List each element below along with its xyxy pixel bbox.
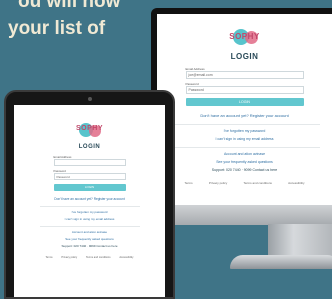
forgot-password-link[interactable]: I've forgotten my password bbox=[14, 210, 165, 214]
headline-line-1: ou will now bbox=[18, 0, 121, 12]
footer-link[interactable]: Terms bbox=[185, 181, 193, 185]
email-field[interactable] bbox=[53, 159, 126, 166]
footer-links: Terms Privacy policy Terms and condition… bbox=[185, 181, 305, 185]
register-link[interactable]: Don't have an account yet? Register your… bbox=[14, 197, 165, 201]
footer-link[interactable]: Privacy policy bbox=[209, 181, 227, 185]
monitor-base bbox=[230, 255, 332, 269]
login-button[interactable]: LOGIN bbox=[185, 98, 304, 106]
tablet-login-page: SOPHY LOGIN Email Address Password Passw… bbox=[14, 105, 165, 259]
footer-link[interactable]: Accessibility bbox=[119, 256, 133, 259]
faq-link[interactable]: See your frequently asked questions bbox=[157, 160, 332, 164]
monitor-chin bbox=[151, 205, 332, 225]
divider bbox=[39, 206, 140, 207]
login-title: LOGIN bbox=[78, 144, 101, 150]
footer-link[interactable]: Terms and conditions bbox=[244, 181, 272, 185]
desktop-logo: SOPHY bbox=[221, 28, 269, 46]
account-help-link[interactable]: Account and ation avinase bbox=[14, 230, 165, 234]
monitor-stand bbox=[268, 224, 332, 256]
camera-icon bbox=[88, 97, 92, 101]
forgot-password-link[interactable]: I've forgotten my password bbox=[157, 129, 332, 133]
footer-link[interactable]: Accessibility bbox=[288, 181, 304, 185]
desktop-login-page: SOPHY LOGIN Email Address joe@email.com … bbox=[157, 14, 332, 185]
login-form: Email Address joe@email.com Password Pas… bbox=[185, 67, 304, 106]
desktop-monitor: SOPHY LOGIN Email Address joe@email.com … bbox=[151, 8, 332, 225]
login-title: LOGIN bbox=[230, 52, 259, 61]
divider bbox=[169, 124, 320, 125]
desktop-screen: SOPHY LOGIN Email Address joe@email.com … bbox=[157, 14, 332, 205]
login-form: Email Address Password Password LOGIN bbox=[53, 155, 126, 191]
tablet-screen: SOPHY LOGIN Email Address Password Passw… bbox=[14, 105, 165, 297]
faq-link[interactable]: See your frequently asked questions bbox=[14, 237, 165, 241]
email-field[interactable]: joe@email.com bbox=[185, 71, 304, 79]
footer-links: Terms Privacy policy Terms and condition… bbox=[46, 256, 134, 259]
footer-link[interactable]: Terms and conditions bbox=[86, 256, 111, 259]
cant-sign-in-link[interactable]: I can't sign in using my email address bbox=[157, 137, 332, 141]
logo-text: SOPHY bbox=[75, 125, 103, 132]
account-help-link[interactable]: Account and ation avinase bbox=[157, 152, 332, 156]
cant-sign-in-link[interactable]: I can't sign in using my email address bbox=[14, 217, 165, 221]
tablet-logo: SOPHY bbox=[68, 121, 112, 139]
divider bbox=[39, 226, 140, 227]
footer-link[interactable]: Privacy policy bbox=[61, 256, 77, 259]
headline-line-2: your list of bbox=[8, 18, 106, 39]
footer-link[interactable]: Terms bbox=[46, 256, 53, 259]
password-field[interactable]: Password bbox=[53, 173, 126, 180]
support-text: Support: 020 7440 · 9099 Contact us here bbox=[61, 244, 118, 248]
tablet-device: SOPHY LOGIN Email Address Password Passw… bbox=[4, 90, 175, 299]
divider bbox=[169, 147, 320, 148]
password-field[interactable]: Password bbox=[185, 86, 304, 94]
login-button[interactable]: LOGIN bbox=[53, 184, 126, 191]
headline: ou will now your list of bbox=[0, 0, 150, 41]
register-link[interactable]: Don't have an account yet? Register your… bbox=[157, 113, 332, 118]
support-text: Support: 020 7440 · 9099 Contact us here bbox=[211, 168, 278, 172]
logo-text: SOPHY bbox=[229, 32, 260, 41]
